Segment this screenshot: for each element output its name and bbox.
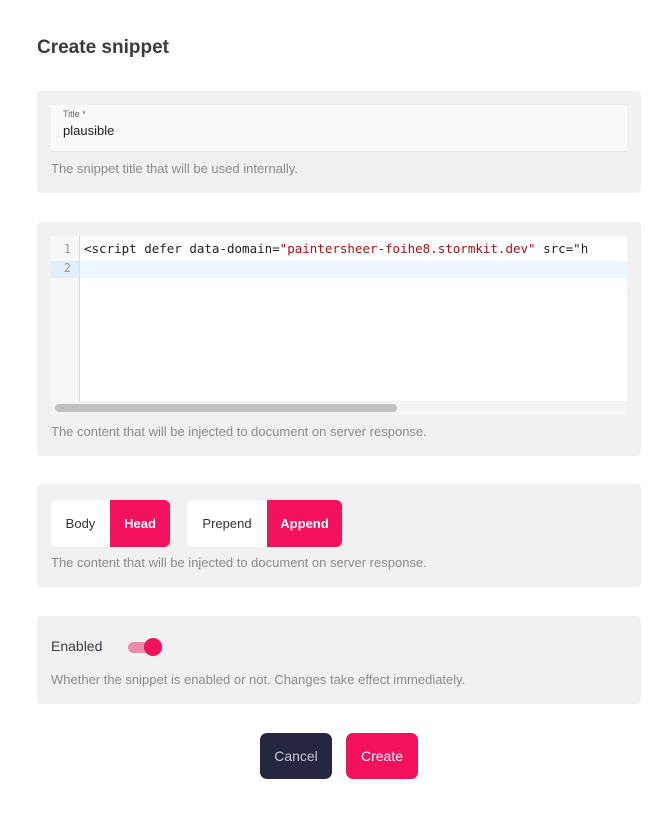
location-card: Body Head Prepend Append The content tha… [37,484,641,587]
code-editor[interactable]: 1 2 <script defer data-domain="paintersh… [51,236,627,415]
line-number: 2 [63,261,71,275]
title-input[interactable] [63,123,603,138]
location-help-text: The content that will be injected to doc… [51,555,427,570]
content-help-text: The content that will be injected to doc… [51,424,427,439]
content-card: 1 2 <script defer data-domain="paintersh… [37,222,641,456]
prepend-option-button[interactable]: Prepend [187,500,267,547]
title-help-text: The snippet title that will be used inte… [51,161,298,176]
page-title: Create snippet [37,37,169,58]
target-toggle-group: Body Head [51,500,170,547]
body-option-button[interactable]: Body [51,500,110,547]
title-field[interactable]: Title * [51,105,627,152]
enabled-card: Enabled Whether the snippet is enabled o… [37,616,641,704]
head-option-button[interactable]: Head [110,500,170,547]
code-line-1: <script defer data-domain="paintersheer-… [84,241,588,256]
enabled-switch[interactable] [128,638,164,656]
switch-thumb [144,638,162,656]
enabled-label: Enabled [51,638,103,654]
cancel-button[interactable]: Cancel [260,733,332,779]
line-number: 1 [63,242,71,256]
append-option-button[interactable]: Append [267,500,342,547]
active-code-line [80,261,627,278]
title-field-label: Title * [63,109,86,119]
scrollbar-thumb[interactable] [55,404,397,412]
enabled-help-text: Whether the snippet is enabled or not. C… [51,672,466,687]
create-button[interactable]: Create [346,733,418,779]
title-card: Title * The snippet title that will be u… [37,91,641,193]
position-toggle-group: Prepend Append [187,500,342,547]
horizontal-scrollbar[interactable] [51,401,627,415]
code-string: "paintersheer-foihe8.stormkit.dev" [279,241,536,256]
code-text: <script defer data-domain= [84,241,280,256]
code-text: src="h [535,241,589,256]
